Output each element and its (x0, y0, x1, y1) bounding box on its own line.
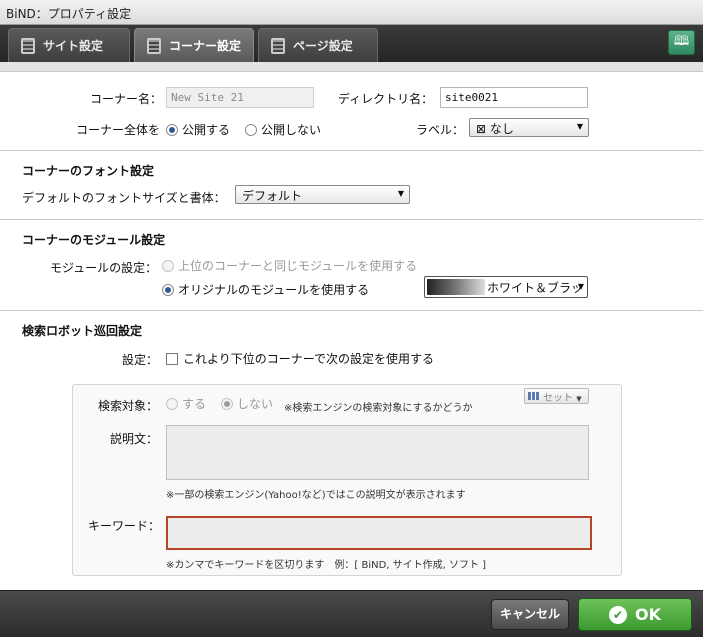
divider (0, 150, 703, 151)
module-parent-radio[interactable]: 上位のコーナーと同じモジュールを使用する (162, 257, 417, 274)
unpublish-radio[interactable]: 公開しない (245, 121, 321, 138)
module-style-value: ホワイト＆ブラッ (487, 281, 584, 295)
document-icon (271, 37, 285, 54)
chevron-down-icon: ▼ (576, 122, 583, 131)
tab-corner-settings[interactable]: コーナー設定 (134, 28, 254, 62)
set-button-label: セット (543, 393, 573, 404)
keyword-note: ※カンマでキーワードを区切ります 例：[ BiND, サイト作成, ソフト ] (166, 560, 487, 571)
search-target-no-label: しない (237, 397, 274, 411)
radio-selected-icon (221, 398, 233, 410)
label-value: なし (489, 122, 514, 136)
font-size-value: デフォルト (242, 189, 303, 203)
radio-icon (245, 124, 257, 136)
checkbox-icon (166, 353, 178, 365)
style-preview-icon (427, 279, 485, 295)
chevron-down-icon: ▼ (397, 189, 404, 198)
grid-icon (528, 392, 539, 400)
directory-name-label: ディレクトリ名： (338, 92, 434, 106)
radio-icon (166, 398, 178, 410)
tab-label: ページ設定 (293, 39, 353, 53)
tab-page-settings[interactable]: ページ設定 (258, 28, 378, 62)
corner-whole-label: コーナー全体を (76, 123, 161, 137)
radio-selected-icon (166, 124, 178, 136)
x-box-icon: ⊠ (476, 122, 490, 136)
description-textarea[interactable] (166, 425, 589, 480)
font-size-label: デフォルトのフォントサイズと書体： (22, 191, 226, 205)
module-original-label: オリジナルのモジュールを使用する (178, 283, 370, 297)
ok-label: OK (635, 605, 661, 624)
directory-name-field[interactable]: site0021 (440, 87, 588, 108)
robot-setting-label: 設定： (122, 353, 159, 367)
tab-underline (0, 62, 703, 72)
chevron-down-icon: ▼ (577, 282, 584, 291)
radio-icon (162, 260, 174, 272)
search-target-yes-label: する (182, 397, 207, 411)
corner-name-field[interactable]: New Site 21 (166, 87, 314, 108)
font-section-heading: コーナーのフォント設定 (22, 164, 155, 178)
tab-label: サイト設定 (43, 39, 104, 53)
radio-selected-icon (162, 284, 174, 296)
divider (0, 310, 703, 311)
keyword-input[interactable] (166, 516, 592, 550)
robot-override-label: これより下位のコーナーで次の設定を使用する (183, 352, 435, 366)
tab-site-settings[interactable]: サイト設定 (8, 28, 130, 62)
tab-label: コーナー設定 (169, 39, 242, 53)
module-section-heading: コーナーのモジュール設定 (22, 233, 166, 247)
search-target-label: 検索対象： (98, 399, 159, 413)
window-title: BiND：プロパティ設定 (0, 0, 703, 25)
font-size-select[interactable]: デフォルト ▼ (235, 185, 410, 204)
search-target-yes-radio[interactable]: する (166, 395, 206, 412)
description-label: 説明文： (110, 432, 159, 446)
tab-bar: サイト設定 コーナー設定 ページ設定 🕮 (0, 25, 703, 62)
module-parent-label: 上位のコーナーと同じモジュールを使用する (178, 259, 418, 273)
module-original-radio[interactable]: オリジナルのモジュールを使用する (162, 281, 369, 298)
document-icon (21, 37, 35, 54)
publish-label: 公開する (182, 123, 231, 137)
corner-name-label: コーナー名： (90, 92, 163, 106)
set-button[interactable]: セット ▼ (524, 388, 589, 404)
unpublish-label: 公開しない (261, 123, 322, 137)
publish-radio[interactable]: 公開する (166, 121, 230, 138)
ok-button[interactable]: ✔ OK (578, 598, 692, 631)
divider (0, 219, 703, 220)
robot-section-heading: 検索ロボット巡回設定 (22, 324, 143, 338)
keyword-label: キーワード： (88, 519, 161, 533)
description-note: ※一部の検索エンジン(Yahoo!など)ではこの説明文が表示されます (166, 490, 466, 501)
check-icon: ✔ (609, 605, 627, 624)
document-icon (147, 37, 161, 54)
module-style-select[interactable]: ホワイト＆ブラッ ▼ (424, 276, 588, 298)
search-target-note: ※検索エンジンの検索対象にするかどうか (284, 403, 473, 414)
label-label: ラベル： (416, 123, 465, 137)
robot-override-checkbox[interactable]: これより下位のコーナーで次の設定を使用する (166, 350, 434, 367)
book-icon[interactable]: 🕮 (668, 30, 695, 55)
chevron-down-icon: ▼ (576, 395, 582, 403)
module-setting-label: モジュールの設定： (50, 261, 158, 275)
search-target-no-radio[interactable]: しない (221, 395, 273, 412)
label-select[interactable]: ⊠ なし ▼ (469, 118, 589, 137)
cancel-button[interactable]: キャンセル (491, 599, 569, 630)
